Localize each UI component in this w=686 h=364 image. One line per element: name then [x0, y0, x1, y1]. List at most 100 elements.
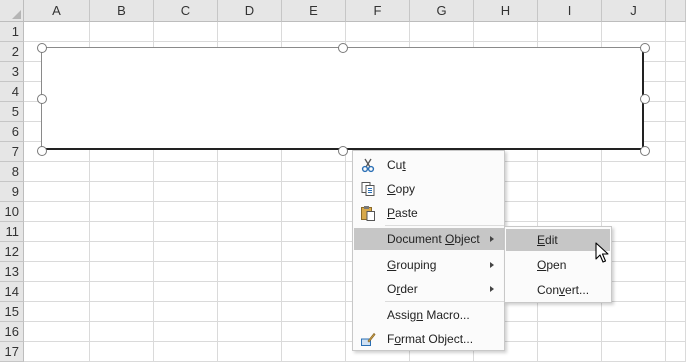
row-header-2[interactable]: 2	[0, 42, 24, 62]
cell[interactable]	[218, 182, 282, 202]
menu-item-cut[interactable]: Cut	[354, 154, 504, 176]
cell[interactable]	[90, 242, 154, 262]
cell[interactable]	[154, 282, 218, 302]
cell[interactable]	[666, 302, 686, 322]
row-header-4[interactable]: 4	[0, 82, 24, 102]
cell[interactable]	[282, 322, 346, 342]
cell[interactable]	[602, 302, 666, 322]
resize-handle-top-center[interactable]	[338, 43, 348, 53]
resize-handle-middle-left[interactable]	[37, 94, 47, 104]
column-header-j[interactable]: J	[602, 0, 666, 22]
cell[interactable]	[666, 62, 686, 82]
menu-item-copy[interactable]: Copy	[354, 178, 504, 200]
menu-item-grouping[interactable]: Grouping	[354, 254, 504, 276]
cell[interactable]	[538, 202, 602, 222]
cell[interactable]	[282, 302, 346, 322]
cell[interactable]	[666, 122, 686, 142]
column-header-b[interactable]: B	[90, 0, 154, 22]
cell[interactable]	[666, 202, 686, 222]
menu-item-order[interactable]: Order	[354, 278, 504, 300]
row-header-17[interactable]: 17	[0, 342, 24, 362]
cell[interactable]	[154, 202, 218, 222]
menu-item-document-object[interactable]: Document Object	[354, 228, 504, 250]
cell[interactable]	[24, 342, 90, 362]
cell[interactable]	[538, 302, 602, 322]
row-header-7[interactable]: 7	[0, 142, 24, 162]
cell[interactable]	[602, 162, 666, 182]
cell[interactable]	[90, 22, 154, 42]
cell[interactable]	[474, 22, 538, 42]
cell[interactable]	[602, 322, 666, 342]
menu-item-paste[interactable]: Paste	[354, 202, 504, 224]
column-header-g[interactable]: G	[410, 0, 474, 22]
row-header-10[interactable]: 10	[0, 202, 24, 222]
cell[interactable]	[24, 182, 90, 202]
cell[interactable]	[154, 22, 218, 42]
cell[interactable]	[666, 42, 686, 62]
cell[interactable]	[666, 282, 686, 302]
row-header-6[interactable]: 6	[0, 122, 24, 142]
cell[interactable]	[666, 262, 686, 282]
resize-handle-bottom-center[interactable]	[338, 146, 348, 156]
column-header-c[interactable]: C	[154, 0, 218, 22]
cell[interactable]	[218, 342, 282, 362]
menu-item-format-object[interactable]: Format Object...	[354, 328, 504, 350]
column-header-h[interactable]: H	[474, 0, 538, 22]
cell[interactable]	[602, 202, 666, 222]
cell[interactable]	[282, 282, 346, 302]
cell[interactable]	[282, 262, 346, 282]
row-header-5[interactable]: 5	[0, 102, 24, 122]
cell[interactable]	[24, 282, 90, 302]
cell[interactable]	[218, 162, 282, 182]
cell[interactable]	[666, 22, 686, 42]
cell[interactable]	[218, 22, 282, 42]
cell[interactable]	[538, 342, 602, 362]
row-header-3[interactable]: 3	[0, 62, 24, 82]
cell[interactable]	[282, 342, 346, 362]
cell[interactable]	[282, 242, 346, 262]
cell[interactable]	[666, 182, 686, 202]
cell[interactable]	[24, 262, 90, 282]
cell[interactable]	[666, 82, 686, 102]
cell[interactable]	[282, 162, 346, 182]
cell[interactable]	[218, 302, 282, 322]
cell[interactable]	[90, 342, 154, 362]
cell[interactable]	[24, 202, 90, 222]
cell[interactable]	[154, 222, 218, 242]
column-header-f[interactable]: F	[346, 0, 410, 22]
cell[interactable]	[218, 282, 282, 302]
submenu-item-convert[interactable]: Convert...	[506, 279, 610, 301]
cell[interactable]	[602, 342, 666, 362]
resize-handle-bottom-left[interactable]	[37, 146, 47, 156]
cell[interactable]	[90, 202, 154, 222]
cell[interactable]	[154, 242, 218, 262]
cell[interactable]	[282, 22, 346, 42]
column-header-overflow[interactable]	[666, 0, 686, 22]
cell[interactable]	[90, 162, 154, 182]
cell[interactable]	[24, 242, 90, 262]
row-header-9[interactable]: 9	[0, 182, 24, 202]
cell[interactable]	[282, 222, 346, 242]
resize-handle-bottom-right[interactable]	[640, 146, 650, 156]
cell[interactable]	[24, 322, 90, 342]
row-header-13[interactable]: 13	[0, 262, 24, 282]
cell[interactable]	[666, 322, 686, 342]
column-header-i[interactable]: I	[538, 0, 602, 22]
row-header-15[interactable]: 15	[0, 302, 24, 322]
cell[interactable]	[90, 182, 154, 202]
cell[interactable]	[154, 162, 218, 182]
cell[interactable]	[666, 342, 686, 362]
cell[interactable]	[24, 22, 90, 42]
cell[interactable]	[346, 22, 410, 42]
cell[interactable]	[410, 22, 474, 42]
row-header-1[interactable]: 1	[0, 22, 24, 42]
row-header-14[interactable]: 14	[0, 282, 24, 302]
cell[interactable]	[154, 182, 218, 202]
cell[interactable]	[218, 222, 282, 242]
cell[interactable]	[666, 102, 686, 122]
cell[interactable]	[218, 262, 282, 282]
column-header-d[interactable]: D	[218, 0, 282, 22]
row-header-12[interactable]: 12	[0, 242, 24, 262]
cell[interactable]	[90, 222, 154, 242]
cell[interactable]	[282, 182, 346, 202]
